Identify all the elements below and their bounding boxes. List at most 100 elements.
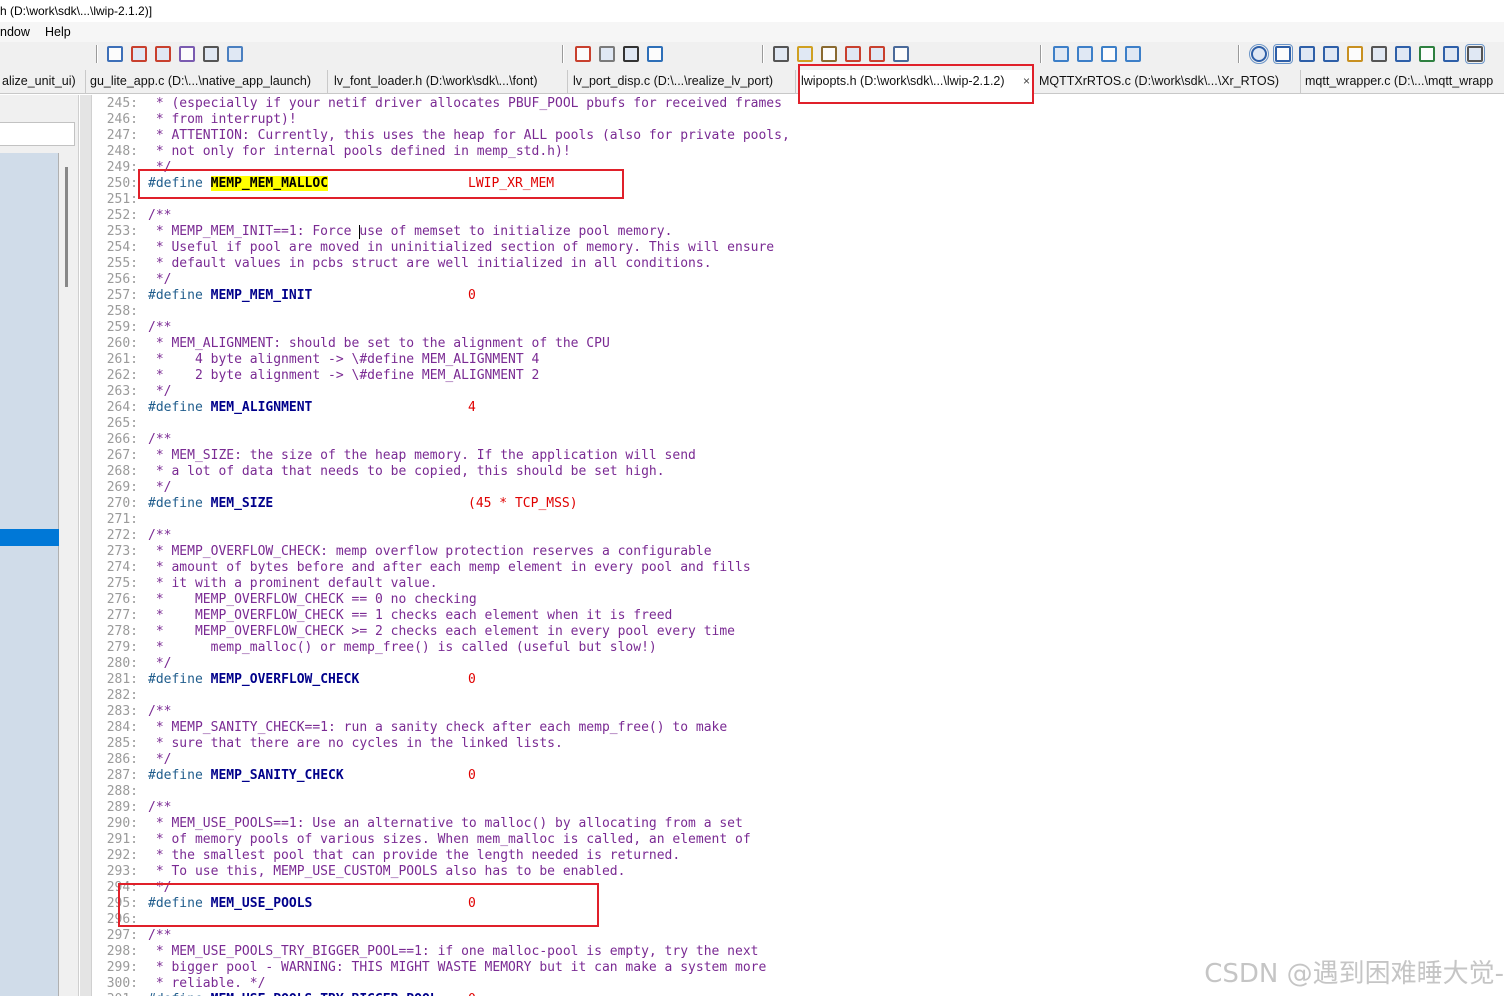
toolbar-grip[interactable] bbox=[762, 45, 764, 63]
comment-text: * 4 byte alignment -> \#define MEM_ALIGN… bbox=[148, 352, 540, 367]
tab-label: mqtt_wrapper.c (D:\...\mqtt_wrapp bbox=[1305, 74, 1494, 88]
panel-2-icon[interactable] bbox=[1077, 46, 1093, 62]
toolbar-grip[interactable] bbox=[1040, 45, 1042, 63]
line-content: */ bbox=[148, 272, 172, 288]
menu-help[interactable]: Help bbox=[45, 25, 71, 39]
symbol-list-scroll-thumb[interactable] bbox=[65, 167, 68, 287]
comment-text: * MEM_USE_POOLS_TRY_BIGGER_POOL==1: if o… bbox=[148, 944, 759, 959]
symbol-list[interactable] bbox=[0, 153, 59, 996]
line-content: * 2 byte alignment -> \#define MEM_ALIGN… bbox=[148, 368, 540, 384]
export-icon[interactable] bbox=[869, 46, 885, 62]
tab-label: alize_unit_ui) bbox=[2, 74, 76, 88]
code-editor[interactable]: 245: * (especially if your netif driver … bbox=[92, 95, 1504, 996]
line-content: * memp_malloc() or memp_free() is called… bbox=[148, 640, 657, 656]
comment-text: */ bbox=[148, 384, 172, 399]
line-content: /** bbox=[148, 208, 171, 224]
window-list-icon[interactable] bbox=[1395, 46, 1411, 62]
panel-4-icon[interactable] bbox=[1125, 46, 1141, 62]
save-icon[interactable] bbox=[647, 46, 663, 62]
layout-1-icon[interactable] bbox=[575, 46, 591, 62]
line-content: */ bbox=[148, 384, 172, 400]
line-content: */ bbox=[148, 656, 172, 672]
macro-name: MEM_USE_POOLS_TRY_BIGGER_POOL bbox=[211, 992, 438, 996]
print-icon[interactable] bbox=[773, 46, 789, 62]
line-content: * amount of bytes before and after each … bbox=[148, 560, 751, 576]
line-number: 297: bbox=[106, 928, 138, 943]
annotation-box-tab bbox=[798, 64, 1034, 104]
line-number: 292: bbox=[106, 848, 138, 863]
line-number: 276: bbox=[106, 592, 138, 607]
line-content: * not only for internal pools defined in… bbox=[148, 144, 571, 160]
browser-icon[interactable] bbox=[1419, 46, 1435, 62]
menu-window[interactable]: ndow bbox=[0, 25, 30, 39]
find-icon[interactable] bbox=[107, 46, 123, 62]
project-icon[interactable] bbox=[1249, 44, 1269, 64]
toolbar-grip[interactable] bbox=[562, 45, 564, 63]
comment-text: * MEM_ALIGNMENT: should be set to the al… bbox=[148, 336, 610, 351]
panel-3-icon[interactable] bbox=[1101, 46, 1117, 62]
comment-text: /** bbox=[148, 320, 172, 335]
toolbar-grip[interactable] bbox=[96, 45, 98, 63]
line-number: 278: bbox=[106, 624, 138, 639]
macro-name: MEM_SIZE bbox=[210, 496, 274, 511]
define-keyword: #define bbox=[148, 496, 203, 511]
line-number: 300: bbox=[106, 976, 138, 991]
symbol-list-selected-item[interactable] bbox=[0, 529, 59, 546]
refresh-icon[interactable] bbox=[893, 46, 909, 62]
tab-mqtt-wrapper[interactable]: mqtt_wrapper.c (D:\...\mqtt_wrapp bbox=[1303, 70, 1504, 94]
lookup-icon[interactable] bbox=[1371, 46, 1387, 62]
line-content: * from interrupt)! bbox=[148, 112, 297, 128]
comment-text: */ bbox=[148, 272, 172, 287]
tree-icon[interactable] bbox=[1347, 46, 1363, 62]
context-icon[interactable] bbox=[1273, 44, 1293, 64]
comment-text: * MEMP_OVERFLOW_CHECK >= 2 checks each e… bbox=[148, 624, 735, 639]
tab-gu-lite-app[interactable]: gu_lite_app.c (D:\...\native_app_launch) bbox=[88, 70, 328, 94]
jump-forward-icon[interactable] bbox=[155, 46, 171, 62]
line-content: #define MEMP_MEM_INIT 0 bbox=[148, 288, 476, 304]
line-content: * it with a prominent default value. bbox=[148, 576, 438, 592]
comment-text: * MEMP_OVERFLOW_CHECK == 1 checks each e… bbox=[148, 608, 673, 623]
comment-text: * memp_malloc() or memp_free() is called… bbox=[148, 640, 657, 655]
line-number: 274: bbox=[106, 560, 138, 575]
tab-realize-unit-ui[interactable]: alize_unit_ui) bbox=[0, 70, 86, 94]
line-number: 279: bbox=[106, 640, 138, 655]
check-icon[interactable] bbox=[1465, 44, 1485, 64]
book-icon[interactable] bbox=[821, 46, 837, 62]
line-content: * reliable. */ bbox=[148, 976, 266, 992]
new-window-icon[interactable] bbox=[797, 46, 813, 62]
line-number: 247: bbox=[106, 128, 138, 143]
jump-back-icon[interactable] bbox=[131, 46, 147, 62]
comment-text: * (especially if your netif driver alloc… bbox=[148, 96, 782, 111]
sync-icon[interactable] bbox=[1443, 46, 1459, 62]
line-content: * of memory pools of various sizes. When… bbox=[148, 832, 751, 848]
relation-icon[interactable] bbox=[1299, 46, 1315, 62]
line-content: */ bbox=[148, 752, 172, 768]
line-content: * sure that there are no cycles in the l… bbox=[148, 736, 563, 752]
line-number: 273: bbox=[106, 544, 138, 559]
bookmark-icon[interactable] bbox=[179, 46, 195, 62]
line-number: 254: bbox=[106, 240, 138, 255]
layout-2-icon[interactable] bbox=[599, 46, 615, 62]
line-number: 281: bbox=[106, 672, 138, 687]
comment-text: /** bbox=[148, 208, 172, 223]
toolbar-grip[interactable] bbox=[1238, 45, 1240, 63]
symbol-filter-input[interactable] bbox=[0, 122, 75, 146]
tab-lv-port-disp[interactable]: lv_port_disp.c (D:\...\realize_lv_port) bbox=[571, 70, 796, 94]
line-number: 260: bbox=[106, 336, 138, 351]
line-content: /** bbox=[148, 432, 171, 448]
tab-label: lv_font_loader.h (D:\work\sdk\...\font) bbox=[334, 74, 538, 88]
tab-mqttxrrtos[interactable]: MQTTXrRTOS.c (D:\work\sdk\...\Xr_RTOS) bbox=[1037, 70, 1301, 94]
panel-1-icon[interactable] bbox=[1053, 46, 1069, 62]
tab-lv-font-loader[interactable]: lv_font_loader.h (D:\work\sdk\...\font) bbox=[332, 70, 568, 94]
line-number: 255: bbox=[106, 256, 138, 271]
line-number: 287: bbox=[106, 768, 138, 783]
define-keyword: #define bbox=[148, 672, 203, 687]
www-icon[interactable] bbox=[227, 46, 243, 62]
font-icon[interactable] bbox=[845, 46, 861, 62]
symbol-icon[interactable] bbox=[1323, 46, 1339, 62]
line-number: 259: bbox=[106, 320, 138, 335]
symbol-xy-icon[interactable] bbox=[203, 46, 219, 62]
line-content: /** bbox=[148, 704, 171, 720]
line-content: * MEM_SIZE: the size of the heap memory.… bbox=[148, 448, 696, 464]
window-icon[interactable] bbox=[623, 46, 639, 62]
